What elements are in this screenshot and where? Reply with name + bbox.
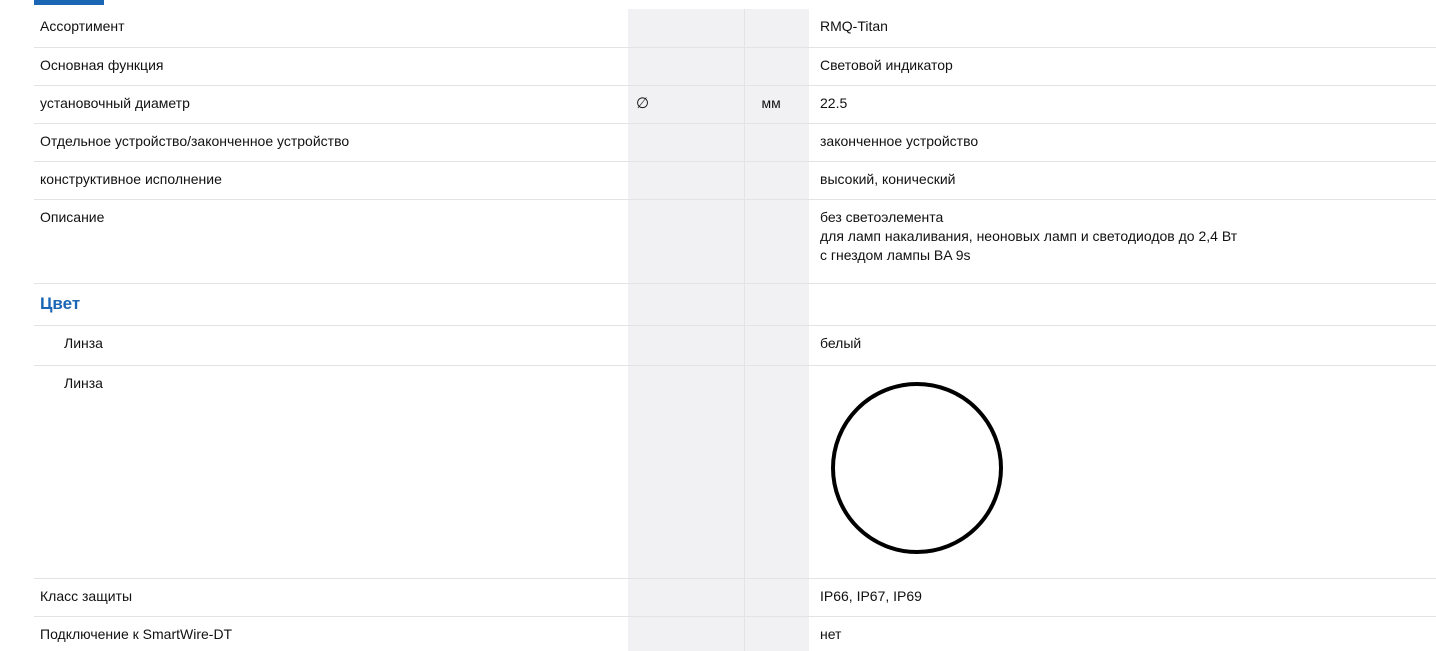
row-symbol	[628, 48, 744, 56]
row-value: RMQ-Titan	[820, 18, 888, 34]
row-label: Описание	[40, 208, 105, 225]
row-unit	[745, 124, 810, 132]
spec-sheet: Ассортимент RMQ-Titan Основная функция С…	[0, 0, 1436, 651]
table-row: Отдельное устройство/законченное устройс…	[34, 122, 1436, 161]
row-label: конструктивное исполнение	[40, 170, 222, 187]
row-value: высокий, конический	[820, 170, 956, 187]
description-value: без светоэлемента для ламп накаливания, …	[809, 200, 1436, 265]
row-value: IP66, IP67, IP69	[820, 587, 922, 604]
row-unit: мм	[761, 94, 781, 111]
row-value: 22.5	[820, 94, 848, 111]
section-title-color: Цвет	[40, 293, 81, 313]
row-unit	[745, 162, 810, 170]
diameter-symbol: ∅	[636, 94, 650, 112]
table-row: установочный диаметр ∅ мм 22.5	[34, 84, 1436, 123]
row-value: нет	[820, 625, 842, 642]
row-symbol	[628, 200, 744, 208]
row-symbol	[628, 162, 744, 170]
row-value: законченное устройство	[820, 132, 979, 149]
table-row: конструктивное исполнение высокий, конич…	[34, 160, 1436, 199]
table-row: Подключение к SmartWire-DT нет	[34, 615, 1436, 651]
description-line: с гнездом лампы BA 9s	[820, 246, 971, 263]
row-symbol	[628, 9, 744, 17]
row-symbol	[628, 124, 744, 132]
row-unit	[745, 48, 810, 56]
table-row: Описание без светоэлемента для ламп нака…	[34, 198, 1436, 283]
table-row: Линза	[34, 364, 1436, 578]
row-label: Ассортимент	[40, 18, 125, 34]
table-row: Линза белый	[34, 324, 1436, 365]
row-label: Подключение к SmartWire-DT	[40, 625, 233, 642]
row-label: установочный диаметр	[40, 94, 190, 111]
row-value: Световой индикатор	[820, 56, 953, 73]
row-label: Класс защиты	[40, 587, 133, 604]
white-circle-icon	[831, 381, 1003, 554]
table-row: Ассортимент RMQ-Titan	[34, 9, 1436, 47]
row-label: Линза	[64, 374, 103, 391]
description-line: без светоэлемента	[820, 208, 944, 225]
row-label: Линза	[64, 334, 103, 351]
table-row: Класс защиты IP66, IP67, IP69	[34, 577, 1436, 616]
description-line: для ламп накаливания, неоновых ламп и св…	[820, 227, 1238, 244]
row-value: белый	[820, 334, 862, 351]
row-unit	[745, 200, 810, 208]
spec-table: Ассортимент RMQ-Titan Основная функция С…	[34, 9, 1436, 651]
row-label: Отдельное устройство/законченное устройс…	[40, 132, 350, 149]
section-heading-fragment	[34, 0, 104, 5]
row-unit	[745, 9, 810, 17]
row-label: Основная функция	[40, 56, 164, 73]
section-row: Цвет	[34, 282, 1436, 325]
table-row: Основная функция Световой индикатор	[34, 46, 1436, 85]
